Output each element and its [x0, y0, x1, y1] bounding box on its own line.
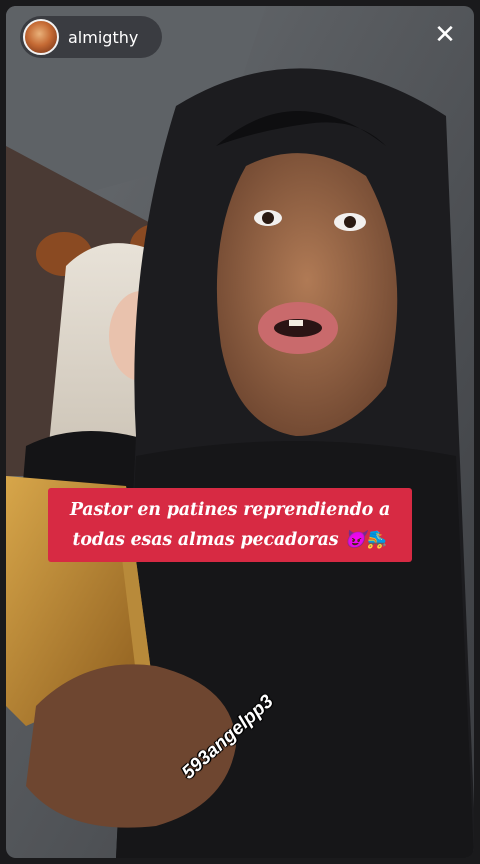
profile-avatar[interactable]	[23, 19, 59, 55]
video-caption: Pastor en patines reprendiendo a todas e…	[48, 488, 412, 562]
caption-line-1: Pastor en patines reprendiendo a	[69, 500, 391, 520]
user-chip[interactable]: almigthy	[20, 16, 162, 58]
story-frame: almigthy ✕ Pastor en patines reprendiend…	[6, 6, 474, 858]
username[interactable]: almigthy	[68, 28, 138, 47]
caption-line-2: todas esas almas pecadoras 😈🛼	[72, 530, 388, 550]
close-icon[interactable]: ✕	[430, 20, 460, 50]
